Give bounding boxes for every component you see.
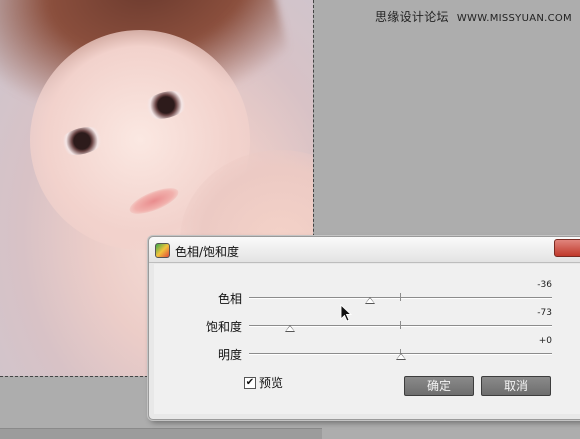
close-button[interactable] (554, 239, 580, 257)
photoshop-app-icon (155, 243, 170, 258)
cancel-button[interactable]: 取消 (481, 376, 551, 396)
dialog-titlebar[interactable]: 色相/饱和度 (149, 237, 580, 263)
watermark-site-name: 思缘设计论坛 (375, 10, 449, 24)
hue-value[interactable]: -36 (494, 280, 552, 290)
panel-strip (0, 428, 322, 439)
lightness-value[interactable]: +0 (494, 336, 552, 346)
saturation-label: 饱和度 (205, 320, 242, 334)
slider-center-tick (400, 293, 401, 301)
hue-saturation-dialog: 色相/饱和度 色相 -36 饱和度 -73 明度 +0 ✔ 预览 确定 取消 (148, 236, 580, 420)
hue-slider-thumb[interactable] (365, 297, 376, 304)
dialog-title: 色相/饱和度 (175, 245, 240, 259)
lightness-slider-row: 明度 +0 (154, 336, 580, 363)
mouse-pointer-icon (340, 304, 353, 322)
preview-label: 预览 (259, 376, 284, 390)
saturation-slider-thumb[interactable] (284, 325, 295, 332)
lightness-label: 明度 (217, 348, 242, 362)
preview-checkbox[interactable]: ✔ (244, 376, 256, 389)
hue-slider-row: 色相 -36 (154, 280, 580, 307)
watermark-url: WWW.MISSYUAN.COM (456, 13, 572, 24)
watermark: 思缘设计论坛 WWW.MISSYUAN.COM (375, 8, 572, 25)
preview-option[interactable]: ✔ 预览 (244, 374, 283, 391)
slider-center-tick (400, 321, 401, 329)
dialog-body: 色相 -36 饱和度 -73 明度 +0 ✔ 预览 确定 取消 (154, 264, 580, 414)
ok-button[interactable]: 确定 (404, 376, 474, 396)
lightness-slider-thumb[interactable] (395, 353, 406, 360)
hue-label: 色相 (217, 292, 242, 306)
saturation-slider-row: 饱和度 -73 (154, 308, 580, 335)
saturation-value[interactable]: -73 (494, 308, 552, 318)
